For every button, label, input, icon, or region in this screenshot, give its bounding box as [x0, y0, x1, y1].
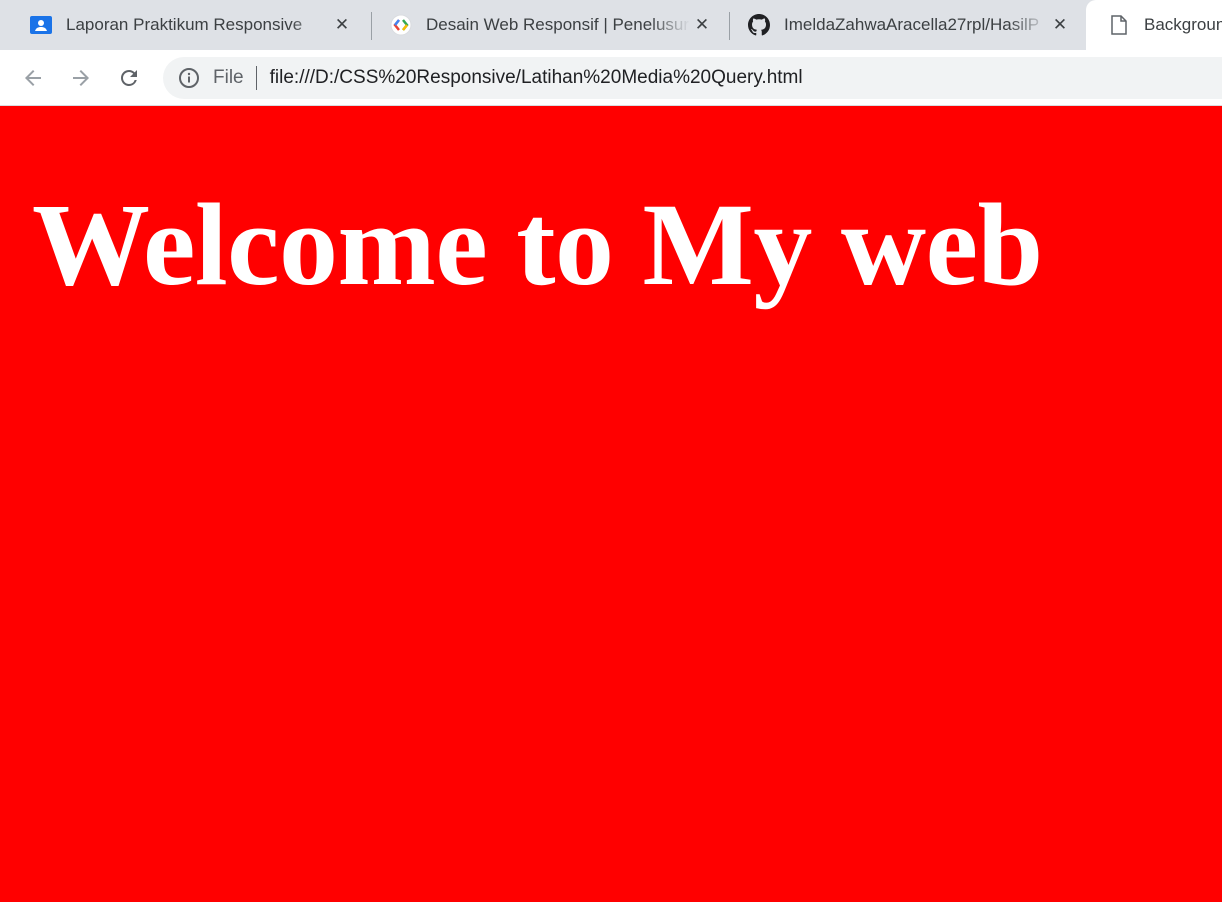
tab-title: Laporan Praktikum Responsive — [66, 15, 303, 34]
reload-button[interactable] — [113, 62, 145, 94]
arrow-right-icon — [73, 70, 89, 86]
back-button[interactable] — [17, 62, 49, 94]
close-icon[interactable]: ✕ — [1048, 13, 1072, 37]
forward-button[interactable] — [65, 62, 97, 94]
address-bar[interactable]: File file:///D:/CSS%20Responsive/Latihan… — [163, 57, 1222, 99]
tab-strip: Laporan Praktikum Responsive ✕ Desain We… — [0, 0, 1222, 50]
omnibox-divider — [255, 66, 257, 90]
file-icon — [1108, 14, 1130, 36]
info-icon[interactable] — [177, 66, 201, 90]
close-icon[interactable]: ✕ — [690, 13, 714, 37]
reload-icon — [121, 70, 137, 86]
close-icon[interactable]: ✕ — [330, 13, 354, 37]
github-icon — [748, 14, 770, 36]
page-content: Welcome to My web — [0, 106, 1222, 902]
tab-github[interactable]: ImeldaZahwaAracella27rpl/HasilP ✕ — [718, 0, 1086, 50]
scheme-label: File — [213, 67, 244, 88]
arrow-left-icon — [25, 70, 41, 86]
page-heading: Welcome to My web — [32, 179, 1043, 310]
tab-laporan-praktikum[interactable]: Laporan Praktikum Responsive ✕ — [0, 0, 368, 50]
google-developers-icon — [390, 14, 412, 36]
google-classroom-icon — [30, 14, 52, 36]
browser-toolbar: File file:///D:/CSS%20Responsive/Latihan… — [0, 50, 1222, 106]
tab-title: Backgroun — [1144, 15, 1222, 34]
url-text[interactable]: file:///D:/CSS%20Responsive/Latihan%20Me… — [270, 67, 803, 89]
tab-title: Desain Web Responsif | Penelusuran — [426, 15, 690, 34]
tab-background-active[interactable]: Backgroun — [1086, 0, 1222, 50]
tab-desain-web[interactable]: Desain Web Responsif | Penelusuran ✕ — [360, 0, 728, 50]
tab-title: ImeldaZahwaAracella27rpl/HasilP — [784, 15, 1040, 34]
